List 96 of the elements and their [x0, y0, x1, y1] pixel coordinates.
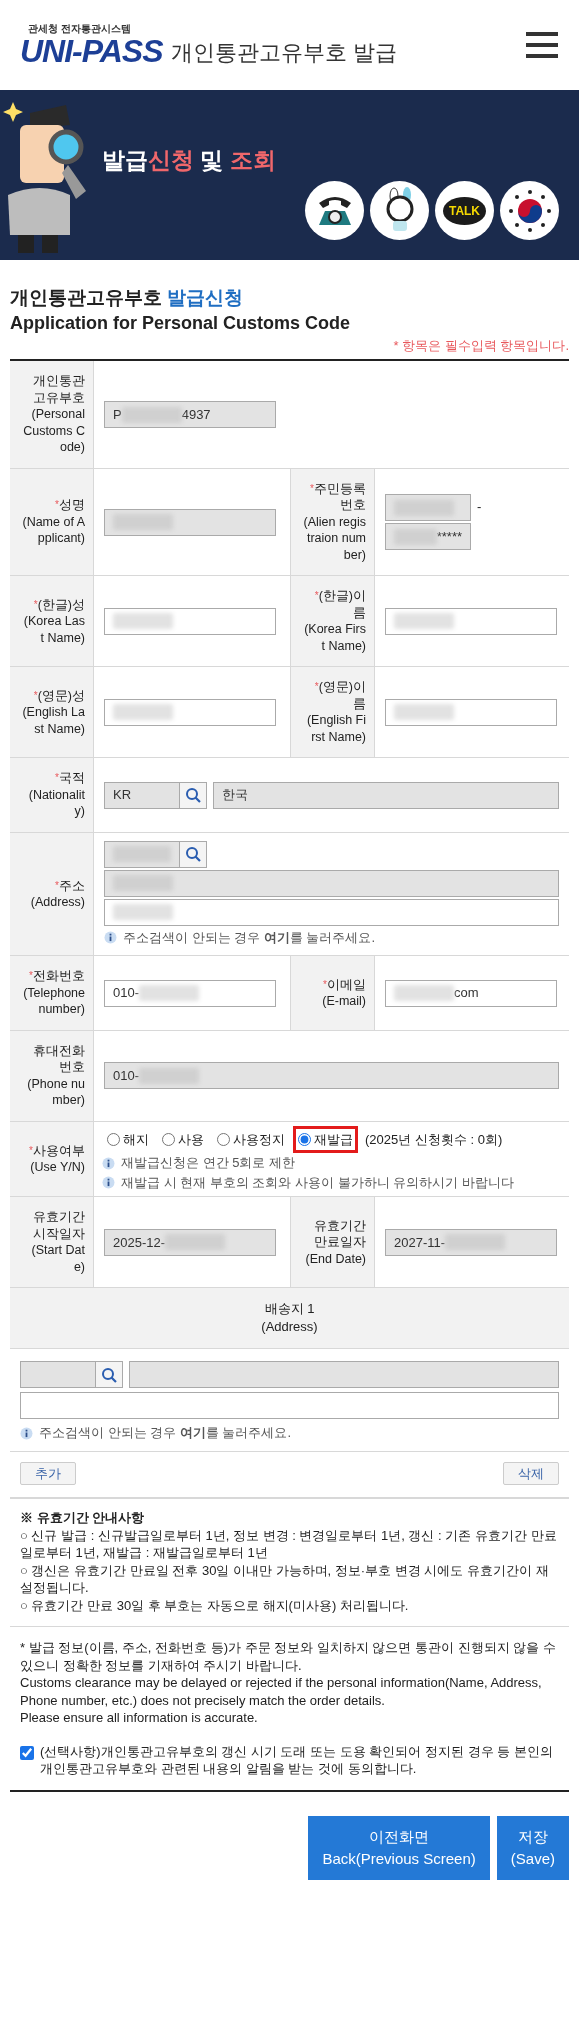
help-text: 재발급신청은 연간 5회로 제한: [121, 1154, 296, 1173]
page-title: 개인통관고유부호 발급신청: [10, 286, 245, 310]
field-label: *전화번호 (Telephone number): [22, 968, 85, 1018]
search-icon: [185, 846, 201, 863]
back-button[interactable]: 이전화면 Back(Previous Screen): [308, 1815, 490, 1880]
search-button[interactable]: [180, 840, 207, 868]
save-button[interactable]: 저장 (Save): [496, 1815, 569, 1880]
field-label: *(영문)성 (English Last Name): [22, 687, 85, 738]
option-label: 사용정지: [233, 1130, 285, 1149]
readonly-field[interactable]: [385, 494, 471, 522]
chat-button[interactable]: TALK: [435, 181, 494, 240]
search-icon: [101, 1366, 117, 1383]
consent-text: (선택사항)개인통관고유부호의 갱신 시기 도래 또는 도용 확인되어 정지된 경우 등 본인의 개인통관고유부호와 관련된 내용의 알림을 받는 것에 동의합니다.: [40, 1742, 554, 1778]
readonly-field[interactable]: [104, 869, 559, 897]
input-field[interactable]: [104, 607, 276, 635]
redacted-text: [394, 985, 454, 1002]
search-button[interactable]: [180, 781, 207, 809]
section-title: 배송지 1: [263, 1300, 316, 1319]
redacted-text: [113, 904, 173, 921]
required-note: * 항목은 필수입력 항목입니다.: [392, 336, 570, 355]
delete-button[interactable]: 삭제: [503, 1461, 559, 1486]
count-note: (2025년 신청횟수 : 0회): [365, 1130, 503, 1149]
readonly-field[interactable]: 2025-12-: [104, 1228, 276, 1256]
field-label: *성명 (Name of Applicant): [22, 497, 85, 547]
notice-item: ○ 갱신은 유효기간 만료일 전후 30일 이내만 가능하며, 정보·부호 변경 시에도 유효기간이 재설정됩니다.: [20, 1561, 550, 1597]
readonly-field[interactable]: 010-: [104, 1062, 559, 1090]
field-label: 유효기간시작일자 (Start Date): [30, 1209, 85, 1276]
help-text: 재발급 시 현재 부호의 조회와 사용이 불가하니 유의하시기 바랍니다: [121, 1173, 514, 1192]
search-button[interactable]: [96, 1361, 123, 1389]
readonly-field[interactable]: *****: [385, 523, 471, 551]
field-label: *국적 (Nationality): [27, 770, 85, 820]
disclaimer-text: * 발급 정보(이름, 주소, 전화번호 등)가 주문 정보와 일치하지 않으면 통관이 진행되지 않을 수 있으니 정확한 정보를 기재하여 주시기 바랍니다.: [20, 1639, 557, 1675]
field-label: 휴대전화번호 (Phone number): [26, 1042, 85, 1109]
input-field[interactable]: [104, 698, 276, 726]
radio-button[interactable]: [162, 1133, 175, 1147]
emblem-icon: [506, 187, 553, 234]
redacted-text: [139, 985, 200, 1002]
input-field[interactable]: 010-: [104, 979, 276, 1007]
talk-bubble: TALK: [442, 196, 487, 225]
field-label: *(한글)성 (Korea Last Name): [22, 596, 85, 647]
redacted-text: [394, 704, 454, 721]
readonly-field[interactable]: 한국: [213, 781, 559, 809]
help-text: 주소검색이 안되는 경우 여기를 눌러주세요.: [39, 1424, 292, 1443]
menu-button[interactable]: [525, 30, 559, 60]
readonly-field[interactable]: [104, 840, 180, 868]
input-field[interactable]: com: [385, 979, 557, 1007]
section-subtitle: (Address): [260, 1318, 319, 1337]
search-icon: [185, 787, 201, 804]
info-icon: [104, 931, 117, 945]
input-field[interactable]: [20, 1392, 559, 1420]
option-label: 재발급: [314, 1130, 353, 1149]
info-icon: [102, 1176, 115, 1190]
radio-button[interactable]: [217, 1133, 230, 1147]
add-button[interactable]: 추가: [20, 1461, 76, 1486]
field-label: 개인통관고유부호 (Personal Customs Code): [22, 373, 85, 456]
menu-icon: [525, 30, 559, 60]
field-label: *(영문)이름 (English First Name): [305, 679, 366, 746]
readonly-field[interactable]: P 4937: [104, 401, 276, 429]
option-label: 해지: [123, 1130, 149, 1149]
input-field[interactable]: [104, 898, 559, 926]
field-label: *주민등록번호 (Alien registraion number): [303, 480, 366, 564]
field-label: *이메일 (E-mail): [322, 976, 366, 1010]
radio-button[interactable]: [298, 1133, 311, 1147]
readonly-field[interactable]: KR: [104, 781, 180, 809]
help-text: 주소검색이 안되는 경우 여기를 눌러주세요.: [123, 928, 376, 947]
readonly-field[interactable]: [129, 1361, 559, 1389]
info-icon: [20, 1426, 33, 1440]
logo-wordmark: UNI-PASS: [20, 34, 163, 67]
readonly-field[interactable]: [104, 508, 276, 536]
here-link[interactable]: 여기: [263, 929, 290, 945]
field-label: *(한글)이름 (Korea First Name): [303, 588, 366, 655]
option-label: 사용: [178, 1130, 204, 1149]
notice-item: ○ 유효기간 만료 30일 후 부호는 자동으로 해지(미사용) 처리됩니다.: [20, 1596, 410, 1615]
field-label: *사용여부 (Use Y/N): [29, 1142, 85, 1176]
readonly-field[interactable]: [20, 1361, 96, 1389]
readonly-field[interactable]: 2027-11-: [385, 1228, 557, 1256]
redacted-text: [113, 704, 173, 721]
banner-title: 발급신청 및 조회: [102, 145, 276, 175]
field-label: *주소 (Address): [30, 877, 85, 911]
notice-item: ○ 신규 발급 : 신규발급일로부터 1년, 정보 변경 : 변경일로부터 1년, 갱신 : 기존 유효기간 만료일로부터 1년, 재발급 : 재발급일로부터 1년: [20, 1526, 558, 1562]
info-icon: [102, 1156, 115, 1170]
radio-button[interactable]: [107, 1133, 120, 1147]
field-label: 유효기간만료일자 (End Date): [304, 1217, 366, 1268]
redacted-text: [113, 613, 173, 630]
app-title: 개인통관고유부호 발급: [170, 38, 397, 67]
disclaimer-text: Please ensure all information is accurate.: [20, 1709, 259, 1727]
separator: -: [477, 498, 482, 517]
disclaimer-text: Customs clearance may be delayed or rejected if the personal information(Name, Address, Phone number, etc.) does not precisely match the order details.: [20, 1674, 543, 1710]
consent-checkbox[interactable]: [20, 1745, 34, 1760]
here-link[interactable]: 여기: [179, 1425, 206, 1441]
logo-caption: 관세청 전자통관시스템: [28, 23, 132, 34]
input-field[interactable]: [385, 698, 557, 726]
input-field[interactable]: [385, 607, 557, 635]
redacted-text: [394, 613, 454, 630]
notice-title: ※ 유효기간 안내사항: [20, 1509, 146, 1527]
page-subtitle: Application for Personal Customs Code: [10, 311, 352, 335]
